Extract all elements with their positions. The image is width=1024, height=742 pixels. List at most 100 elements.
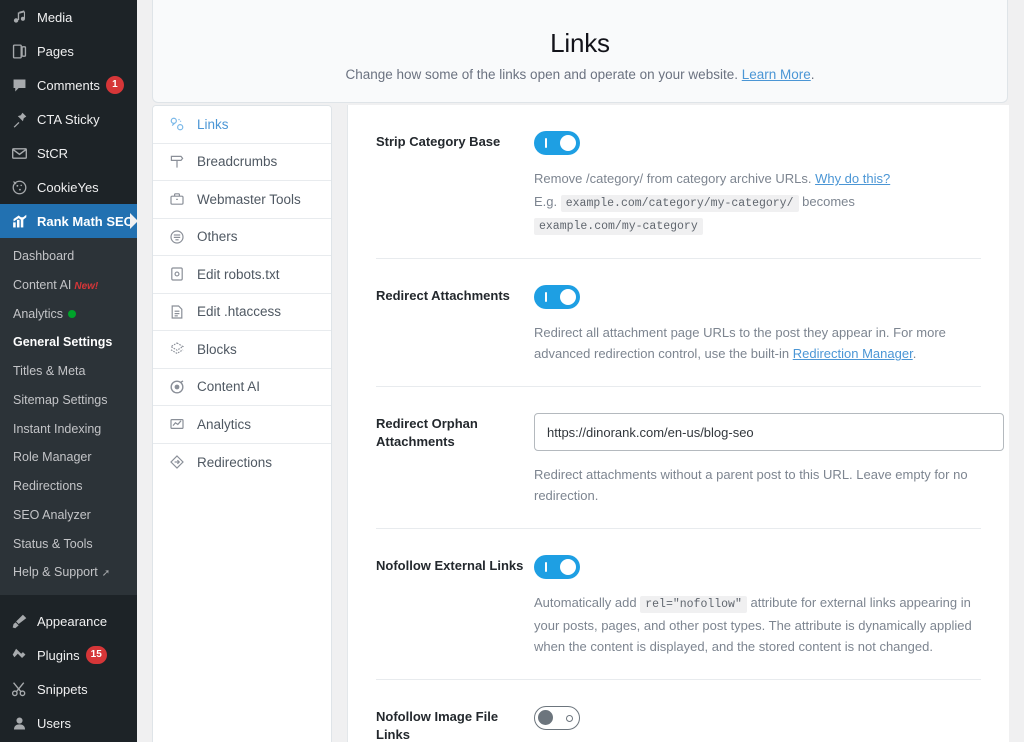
field-control: Remove /category/ from category archive … [534,131,981,236]
sidebar-item-rank-math-seo[interactable]: Rank Math SEO [0,204,137,238]
redirect-orphan-attachments-input[interactable] [534,413,1004,452]
field-label: Nofollow External Links [376,558,524,574]
rank-math-submenu: Dashboard Content AI New! Analytics Gener… [0,238,137,595]
toggle-knob [560,135,576,151]
period: . [810,67,815,82]
tab-blocks[interactable]: Blocks [153,331,331,369]
robots-file-icon [167,265,186,284]
toggle-bar [545,292,547,303]
scissors-icon [9,679,29,699]
sidebar-item-cta-sticky[interactable]: CTA Sticky [0,102,137,136]
field-nofollow-image-file-links: Nofollow Image File Links Automatically … [376,680,981,742]
submenu-label: Help & Support [13,565,98,580]
sidebar-item-label: Media [37,9,73,25]
submenu-item-help-support[interactable]: Help & Support ➚ [0,558,137,587]
field-redirect-orphan-attachments: Redirect Orphan Attachments Redirect att… [376,387,1004,530]
redirection-manager-link[interactable]: Redirection Manager [793,346,913,361]
nofollow-image-file-links-toggle[interactable] [534,706,580,731]
sidebar-item-appearance[interactable]: Appearance [0,604,137,638]
toggle-ring [566,715,573,723]
pin-icon [9,109,29,129]
sidebar-item-pages[interactable]: Pages [0,34,137,68]
submenu-label: Status & Tools [13,536,93,551]
wp-admin-screen: Media Pages Comments 1 CTA Sticky StCR C… [0,0,1024,742]
submenu-label: SEO Analyzer [13,507,91,522]
media-icon [9,7,29,27]
submenu-label: Analytics [13,306,64,321]
sidebar-item-users[interactable]: Users [0,706,137,740]
sidebar-item-snippets[interactable]: Snippets [0,672,137,706]
settings-panel: Strip Category Base Remove /category/ fr… [347,105,1009,742]
tab-links[interactable]: Links [153,106,331,144]
sidebar-item-comments[interactable]: Comments 1 [0,68,137,102]
submenu-item-general-settings[interactable]: General Settings [0,328,137,357]
page-title: Links [550,28,610,58]
breadcrumbs-icon [167,152,186,171]
sidebar-item-stcr[interactable]: StCR [0,136,137,170]
submenu-item-sitemap-settings[interactable]: Sitemap Settings [0,386,137,415]
sidebar-item-cookieyes[interactable]: CookieYes [0,170,137,204]
htaccess-file-icon [167,302,186,321]
rank-math-icon [9,211,29,231]
field-control: Redirect attachments without a parent po… [534,413,1004,506]
sidebar-item-label: Rank Math SEO [37,213,134,229]
submenu-item-instant-indexing[interactable]: Instant Indexing [0,415,137,444]
description-text: Remove /category/ from category archive … [534,171,816,186]
nofollow-external-links-toggle[interactable] [534,555,580,580]
tab-label: Breadcrumbs [197,154,278,170]
submenu-item-dashboard[interactable]: Dashboard [0,242,137,271]
status-dot [68,310,77,319]
envelope-icon [9,143,29,163]
why-do-this-link[interactable]: Why do this? [815,171,890,186]
toggle-knob [560,559,576,576]
settings-tab-list: Links Breadcrumbs Webmaster Tools Others… [152,105,332,742]
sidebar-item-label: CookieYes [37,179,99,195]
field-label: Redirect Orphan Attachments [376,416,478,449]
example-code-before: example.com/category/my-category/ [560,195,799,213]
learn-more-link[interactable]: Learn More [742,67,811,82]
submenu-label: Role Manager [13,450,92,465]
tab-label: Content AI [197,379,261,395]
tab-redirections[interactable]: Redirections [153,444,331,482]
submenu-item-titles-meta[interactable]: Titles & Meta [0,357,137,386]
field-description: Remove /category/ from category archive … [534,168,981,236]
tab-analytics[interactable]: Analytics [153,406,331,444]
sidebar-item-label: Appearance [37,613,108,629]
submenu-item-role-manager[interactable]: Role Manager [0,443,137,472]
redirect-attachments-toggle[interactable] [534,285,580,310]
tab-webmaster-tools[interactable]: Webmaster Tools [153,181,331,219]
plugins-count-badge: 15 [85,646,107,664]
submenu-label: Dashboard [13,249,75,263]
tab-breadcrumbs[interactable]: Breadcrumbs [153,144,331,181]
pages-icon [9,41,29,61]
sidebar-item-label: Plugins [37,647,80,663]
settings-body: Links Breadcrumbs Webmaster Tools Others… [137,105,1009,742]
toggle-knob [538,710,553,726]
field-description: Redirect attachments without a parent po… [534,467,968,504]
submenu-item-content-ai[interactable]: Content AI New! [0,271,137,300]
list-circle-icon [167,227,186,246]
sidebar-item-plugins[interactable]: Plugins 15 [0,638,137,672]
sidebar-item-label: Snippets [37,681,88,697]
wp-admin-sidebar: Media Pages Comments 1 CTA Sticky StCR C… [0,0,137,742]
field-strip-category-base: Strip Category Base Remove /category/ fr… [376,105,981,260]
field-description: Redirect all attachment page URLs to the… [534,322,981,364]
submenu-item-status-tools[interactable]: Status & Tools [0,530,137,559]
submenu-item-redirections[interactable]: Redirections [0,472,137,501]
submenu-label: Content AI [13,277,72,292]
tab-content-ai[interactable]: Content AI [153,369,331,406]
tab-label: Edit robots.txt [197,266,280,282]
tab-others[interactable]: Others [153,219,331,256]
tab-label: Links [197,116,229,132]
tab-label: Edit .htaccess [197,304,282,320]
tab-edit-robots-txt[interactable]: Edit robots.txt [153,256,331,294]
toolbox-icon [167,190,186,209]
field-label: Redirect Attachments [376,288,510,304]
submenu-item-seo-analyzer[interactable]: SEO Analyzer [0,501,137,530]
example-prefix: E.g. [534,194,558,210]
tab-edit-htaccess[interactable]: Edit .htaccess [153,294,331,331]
field-control: Redirect all attachment page URLs to the… [534,285,981,364]
sidebar-item-media[interactable]: Media [0,0,137,34]
submenu-item-analytics[interactable]: Analytics [0,300,137,329]
strip-category-base-toggle[interactable] [534,131,580,155]
